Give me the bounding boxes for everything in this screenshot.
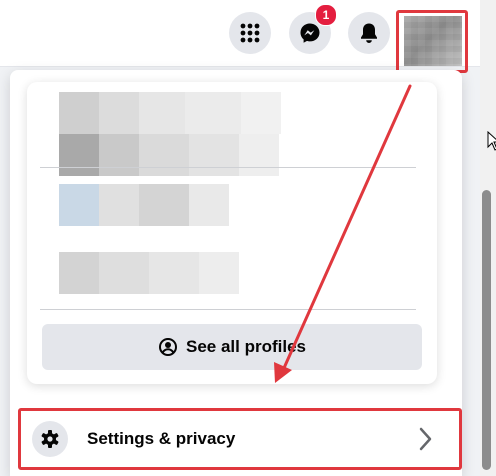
- profile-row[interactable]: [59, 184, 229, 226]
- user-circle-icon: [159, 338, 177, 356]
- avatar-highlight: [396, 10, 468, 73]
- see-all-profiles-button[interactable]: See all profiles: [42, 324, 422, 370]
- profile-row[interactable]: [59, 252, 239, 294]
- messenger-badge: 1: [315, 4, 337, 26]
- bell-icon: [361, 23, 377, 43]
- notifications-button[interactable]: [348, 12, 390, 54]
- messenger-icon: [300, 23, 320, 43]
- settings-highlight: [18, 408, 462, 470]
- scrollbar-thumb[interactable]: [482, 190, 491, 470]
- divider: [40, 167, 416, 168]
- divider: [40, 309, 416, 310]
- see-all-profiles-label: See all profiles: [186, 337, 306, 356]
- menu-button[interactable]: [229, 12, 271, 54]
- grid-icon: [240, 23, 260, 43]
- profile-row-detail: [59, 134, 279, 176]
- profile-row[interactable]: [59, 92, 281, 134]
- messenger-button[interactable]: 1: [289, 4, 337, 54]
- mouse-cursor-icon: [487, 131, 496, 151]
